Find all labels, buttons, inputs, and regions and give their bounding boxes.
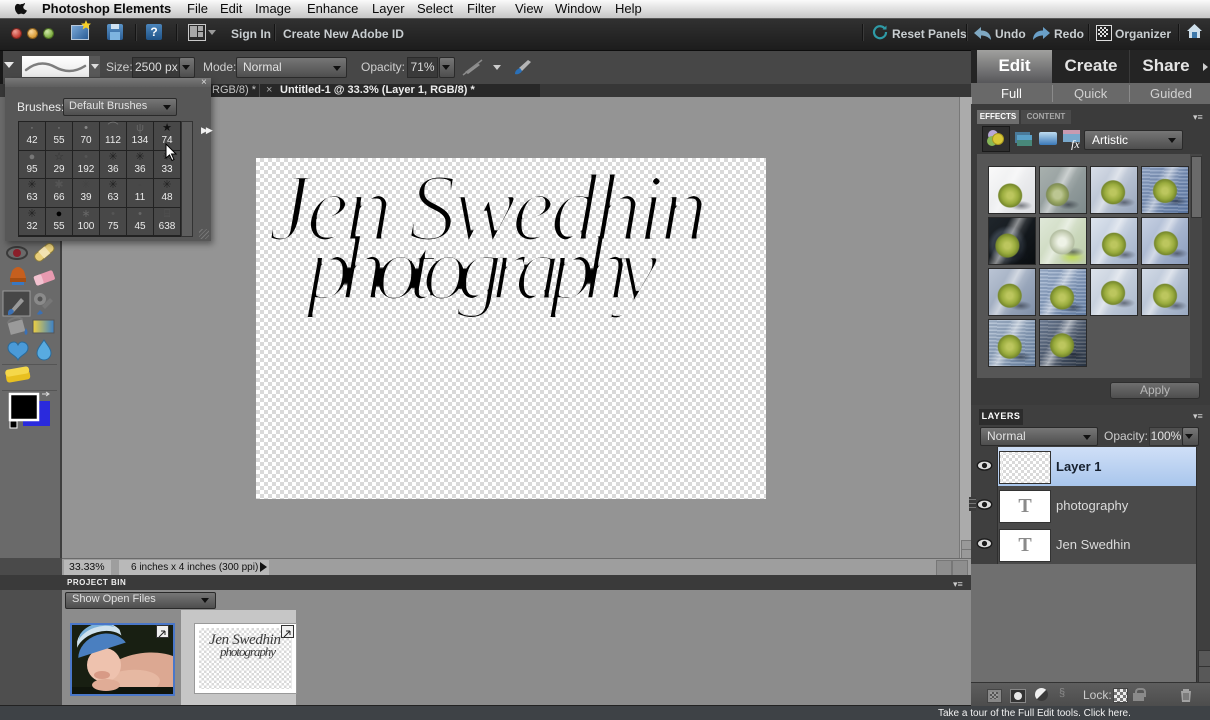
svg-text:photography: photography	[300, 217, 658, 319]
svg-text:fx: fx	[1071, 137, 1080, 150]
svg-text:photography: photography	[219, 644, 276, 659]
